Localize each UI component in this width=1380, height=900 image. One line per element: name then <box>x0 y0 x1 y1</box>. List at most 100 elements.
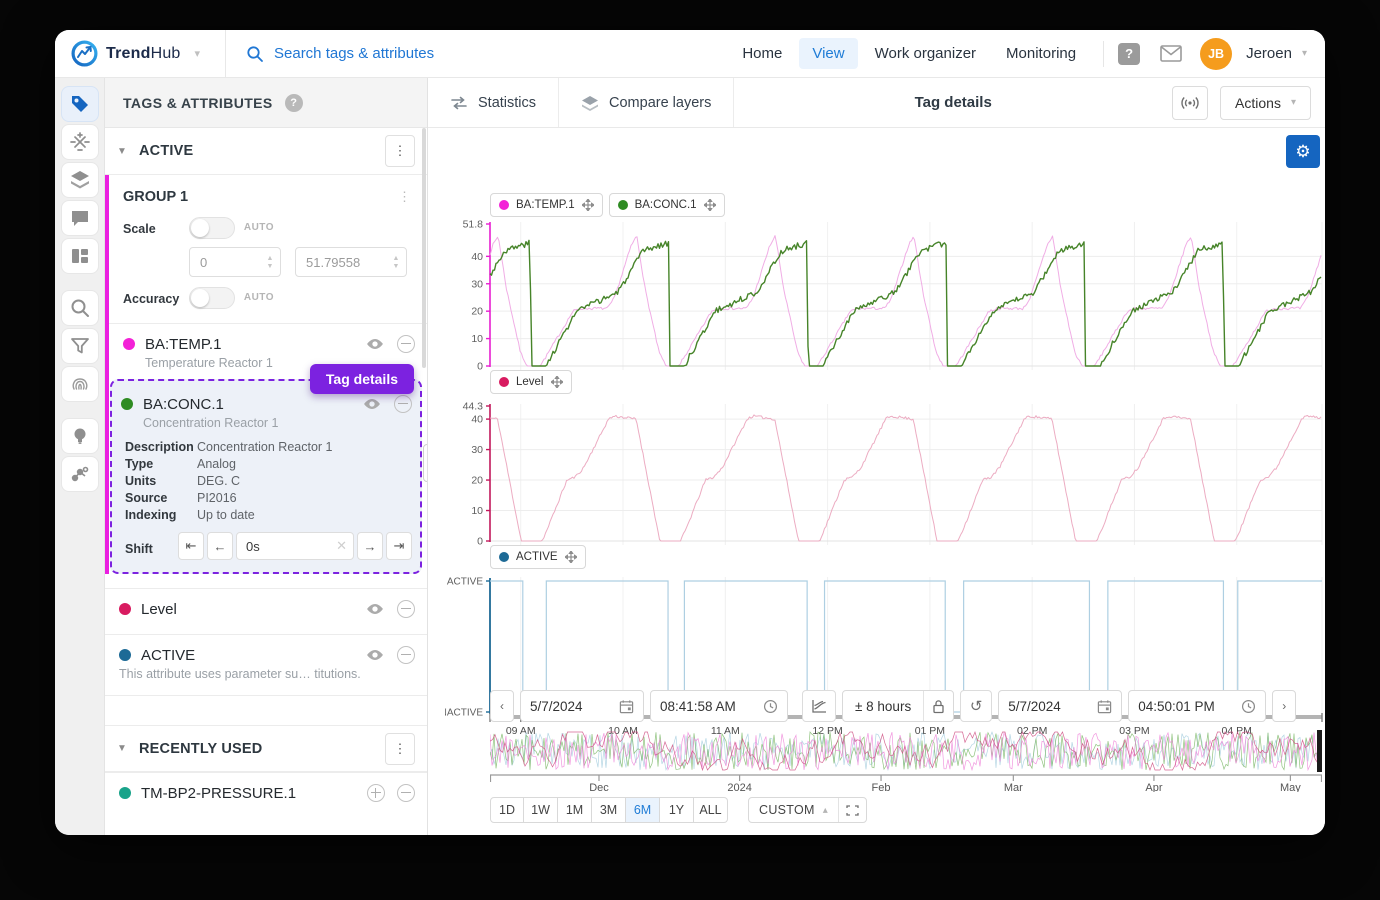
remove-tag-icon[interactable] <box>397 784 415 802</box>
nav-home[interactable]: Home <box>729 38 795 69</box>
remove-tag-icon[interactable] <box>397 646 415 664</box>
tag-detail-rows: DescriptionConcentration Reactor 1 TypeA… <box>125 440 412 522</box>
duration-control[interactable]: ± 8 hours <box>842 690 954 722</box>
fit-frame-icon[interactable] <box>838 798 866 822</box>
shift-value-input[interactable]: 0s✕ <box>236 532 354 560</box>
nav-monitoring[interactable]: Monitoring <box>993 38 1089 69</box>
range-preset-1m[interactable]: 1M <box>558 797 592 823</box>
overview-plot[interactable]: Dec2024FebMarAprMay <box>490 730 1322 792</box>
history-icon: ↺ <box>970 697 983 715</box>
start-date-picker[interactable]: 5/7/2024 <box>520 690 644 722</box>
broadcast-button[interactable] <box>1172 86 1208 120</box>
rail-filter-icon[interactable] <box>61 328 99 364</box>
move-icon[interactable] <box>551 376 563 388</box>
help-icon[interactable]: ? <box>1118 43 1140 65</box>
visibility-icon[interactable] <box>365 337 385 351</box>
actions-button[interactable]: Actions▾ <box>1220 86 1311 120</box>
range-preset-1d[interactable]: 1D <box>490 797 524 823</box>
legend-chip[interactable]: BA:TEMP.1 <box>490 193 603 217</box>
svg-text:44.3: 44.3 <box>463 402 484 413</box>
panel-scrollbar[interactable] <box>422 128 426 368</box>
rail-tags-icon[interactable] <box>61 86 99 122</box>
overview-scrubber[interactable] <box>1317 730 1322 772</box>
selected-tag-card[interactable]: Tag details BA:CONC.1 Concentration Reac… <box>110 379 422 574</box>
tag-row-level[interactable]: Level <box>105 588 427 634</box>
range-preset-all[interactable]: ALL <box>694 797 728 823</box>
shift-far-back-icon[interactable]: ⇤ <box>178 532 204 560</box>
section-menu-icon[interactable]: ⋮ <box>385 135 415 167</box>
user-menu-chevron-icon[interactable]: ▾ <box>1302 48 1307 59</box>
series-color-dot <box>499 377 509 387</box>
remove-tag-icon[interactable] <box>394 395 412 413</box>
start-time-picker[interactable]: 08:41:58 AM <box>650 690 788 722</box>
visibility-icon[interactable] <box>365 648 385 662</box>
statistics-icon <box>450 96 468 110</box>
tag-row-active[interactable]: ACTIVE This attribute uses parameter su…… <box>105 634 427 695</box>
scale-min-input[interactable]: 0▲▼ <box>189 247 281 277</box>
compare-layers-tab[interactable]: Compare layers <box>559 78 734 127</box>
accuracy-auto-toggle[interactable]: AUTO <box>189 287 235 309</box>
rail-fingerprint-icon[interactable] <box>61 366 99 402</box>
nav-work-organizer[interactable]: Work organizer <box>862 38 989 69</box>
remove-tag-icon[interactable] <box>397 600 415 618</box>
mail-icon[interactable] <box>1160 45 1182 62</box>
tag-row-tm-bp2-pressure[interactable]: TM-BP2-PRESSURE.1 <box>105 772 427 811</box>
legend-chip[interactable]: Level <box>490 370 572 394</box>
chart-plot[interactable]: 44.3403020100 <box>445 402 1325 551</box>
step-forward-button[interactable]: › <box>1272 690 1296 722</box>
rail-comments-icon[interactable] <box>61 200 99 236</box>
clear-icon[interactable]: ✕ <box>336 538 347 554</box>
scale-auto-toggle[interactable]: AUTO <box>189 217 235 239</box>
overview-strip[interactable]: Dec2024FebMarAprMay <box>490 730 1322 792</box>
shift-forward-icon[interactable]: → <box>357 532 383 560</box>
add-tag-icon[interactable] <box>367 784 385 802</box>
legend-chip[interactable]: BA:CONC.1 <box>609 193 725 217</box>
shift-far-forward-icon[interactable]: ⇥ <box>386 532 412 560</box>
rail-insights-icon[interactable] <box>61 418 99 454</box>
overview-month-label: Feb <box>872 782 891 792</box>
visibility-icon[interactable] <box>365 602 385 616</box>
brand-chevron-icon[interactable]: ▾ <box>195 47 201 60</box>
move-icon[interactable] <box>582 199 594 211</box>
rail-dashboard-icon[interactable] <box>61 238 99 274</box>
legend-chip[interactable]: ACTIVE <box>490 545 586 569</box>
range-preset-3m[interactable]: 3M <box>592 797 626 823</box>
rail-layers-icon[interactable] <box>61 162 99 198</box>
lock-icon[interactable] <box>923 691 953 721</box>
custom-range-control[interactable]: CUSTOM▴ <box>748 797 867 823</box>
panel-help-icon[interactable]: ? <box>285 94 303 112</box>
nav-view[interactable]: View <box>799 38 857 69</box>
step-back-button[interactable]: ‹ <box>490 690 514 722</box>
end-date-picker[interactable]: 5/7/2024 <box>998 690 1122 722</box>
svg-text:ACTIVE: ACTIVE <box>447 577 483 588</box>
chart-plot[interactable]: 51.8403020100 <box>445 220 1325 376</box>
search-input[interactable]: Search tags & attributes <box>274 45 434 62</box>
svg-text:10: 10 <box>471 505 483 517</box>
series-color-dot <box>499 200 509 210</box>
end-time-picker[interactable]: 04:50:01 PM <box>1128 690 1266 722</box>
history-button[interactable]: ↺ <box>960 690 992 722</box>
rail-connections-icon[interactable] <box>61 456 99 492</box>
move-icon[interactable] <box>565 551 577 563</box>
section-menu-icon[interactable]: ⋮ <box>385 733 415 765</box>
move-icon[interactable] <box>704 199 716 211</box>
scale-max-input[interactable]: 51.79558▲▼ <box>295 247 407 277</box>
statistics-tab[interactable]: Statistics <box>428 78 559 127</box>
app-logo[interactable]: TrendHub ▾ <box>55 30 225 77</box>
remove-tag-icon[interactable] <box>397 335 415 353</box>
shift-back-icon[interactable]: ← <box>207 532 233 560</box>
range-preset-1y[interactable]: 1Y <box>660 797 694 823</box>
range-preset-1w[interactable]: 1W <box>524 797 558 823</box>
rail-formulas-icon[interactable] <box>61 124 99 160</box>
section-recently-used[interactable]: ▼ RECENTLY USED ⋮ <box>105 725 427 772</box>
rail-search-icon[interactable] <box>61 290 99 326</box>
range-preset-6m[interactable]: 6M <box>626 797 660 823</box>
user-avatar[interactable]: JB <box>1200 38 1232 70</box>
chevron-down-icon[interactable]: ▼ <box>117 146 139 157</box>
visibility-icon[interactable] <box>362 397 382 411</box>
chevron-down-icon[interactable]: ▼ <box>117 743 139 754</box>
group-menu-icon[interactable]: ⋮ <box>390 189 419 205</box>
global-search[interactable]: Search tags & attributes <box>226 45 434 63</box>
trend-scale-button[interactable] <box>802 690 836 722</box>
section-active[interactable]: ▼ ACTIVE ⋮ <box>105 128 427 175</box>
